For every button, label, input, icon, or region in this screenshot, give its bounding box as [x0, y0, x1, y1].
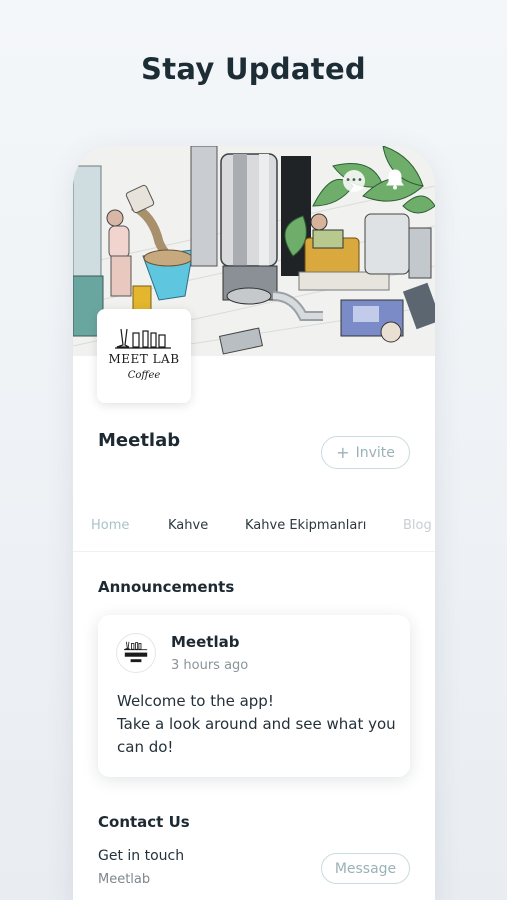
contact-title: Contact Us — [98, 813, 190, 831]
tab-kahve[interactable]: Kahve — [168, 518, 208, 533]
tab-bar: Home Kahve Kahve Ekipmanları Blog — [73, 508, 435, 552]
post-author[interactable]: Meetlab — [171, 633, 239, 651]
post-body-line: Take a look around and see what you can … — [117, 715, 396, 756]
post-body: Welcome to the app! Take a look around a… — [117, 690, 402, 759]
message-button[interactable]: Message — [321, 853, 410, 884]
meetlab-logo-icon: MEET LAB Coffee — [108, 328, 179, 381]
tab-kahve-ekipmanlari[interactable]: Kahve Ekipmanları — [245, 518, 366, 533]
announcement-post[interactable]: Meetlab 3 hours ago Welcome to the app! … — [98, 615, 410, 777]
invite-label: Invite — [355, 444, 395, 461]
invite-button[interactable]: + Invite — [321, 436, 410, 469]
tab-home[interactable]: Home — [91, 518, 129, 533]
more-options-icon[interactable]: ••• — [343, 170, 365, 192]
plus-icon: + — [336, 442, 350, 462]
announcements-title: Announcements — [98, 578, 235, 596]
phone-frame: ••• MEET LAB Coffee Meetlab + Invite Hom… — [73, 146, 435, 900]
meetlab-logo-icon — [123, 641, 148, 663]
logo-subtitle: Coffee — [128, 370, 161, 381]
contact-line: Get in touch — [98, 848, 185, 864]
post-timestamp: 3 hours ago — [171, 658, 249, 673]
post-body-line: Welcome to the app! — [117, 692, 274, 710]
author-avatar[interactable] — [116, 633, 156, 673]
group-name: Meetlab — [98, 430, 181, 451]
logo-wordmark: MEET LAB — [108, 352, 179, 366]
notification-bell-icon[interactable] — [385, 168, 405, 190]
page-headline: Stay Updated — [141, 52, 366, 86]
contact-name: Meetlab — [98, 872, 151, 887]
tab-blog[interactable]: Blog — [403, 518, 432, 533]
group-logo: MEET LAB Coffee — [97, 309, 191, 403]
